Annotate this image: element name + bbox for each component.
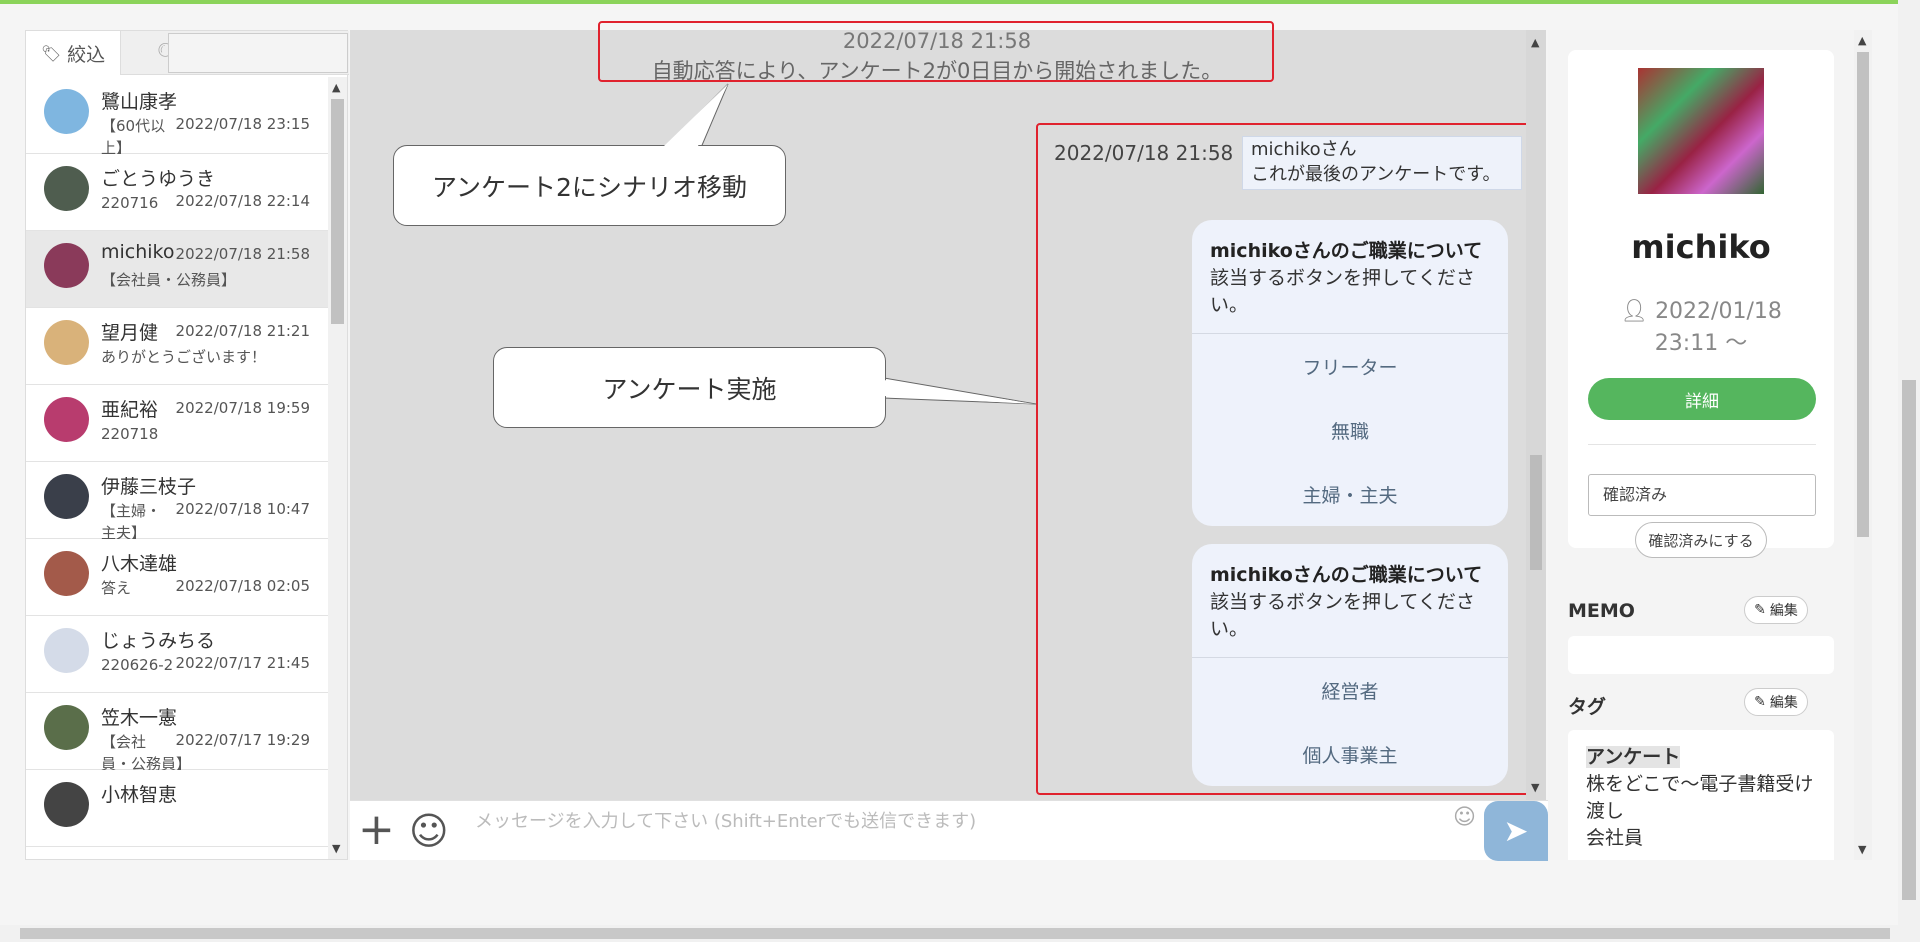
message-input-bar: + ☺ メッセージを入力して下さい (Shift+Enterでも送信できます) … — [350, 800, 1548, 861]
profile-photo — [1638, 68, 1764, 194]
scroll-down-arrow-icon[interactable]: ▼ — [1531, 781, 1539, 794]
plus-icon[interactable]: + — [358, 805, 395, 855]
callout-pointer-2-fill — [884, 380, 1034, 404]
scrollbar-thumb[interactable] — [1530, 455, 1542, 570]
edit-icon: ✎ — [1754, 602, 1766, 618]
profile-date-line1: 2022/01/18 — [1655, 299, 1782, 324]
profile-scrollbar[interactable]: ▲ ▼ — [1854, 30, 1872, 860]
paper-plane-icon: ➤ — [1503, 813, 1529, 849]
profile-card: michiko 👤︎ 2022/01/18 23:11 ～ 詳細 確認済み 確認… — [1568, 50, 1834, 558]
smiley-icon[interactable]: ☺ — [409, 809, 449, 853]
window-vertical-scrollbar[interactable] — [1898, 0, 1920, 925]
status-field[interactable]: 確認済み — [1588, 474, 1816, 516]
profile-name: michiko — [1631, 228, 1771, 266]
memo-edit-button[interactable]: ✎ 編集 — [1744, 596, 1808, 624]
profile-date: 👤︎ 2022/01/18 23:11 ～ — [1568, 296, 1834, 360]
detail-button[interactable]: 詳細 — [1588, 378, 1816, 420]
mark-confirmed-button[interactable]: 確認済みにする — [1635, 522, 1767, 558]
tag-box: アンケート 株をどこで～電子書籍受け渡し 会社員 — [1568, 730, 1834, 860]
memo-box — [1568, 636, 1834, 674]
tag-item[interactable]: 会社員 — [1586, 825, 1816, 852]
profile-date-line2: 23:11 ～ — [1654, 331, 1748, 356]
edit-icon: ✎ — [1754, 694, 1766, 710]
tag-edit-button[interactable]: ✎ 編集 — [1744, 688, 1808, 716]
scroll-down-arrow-icon[interactable]: ▼ — [1858, 843, 1866, 856]
callout-pointer-1-fill — [664, 84, 728, 146]
scrollbar-thumb[interactable] — [1902, 380, 1916, 900]
tag-item[interactable]: 株をどこで～電子書籍受け渡し — [1586, 771, 1816, 825]
send-button[interactable]: ➤ — [1484, 801, 1548, 861]
window-horizontal-scrollbar[interactable] — [0, 925, 1920, 942]
profile-panel: michiko 👤︎ 2022/01/18 23:11 ～ 詳細 確認済み 確認… — [1548, 30, 1872, 860]
edit-label: 編集 — [1769, 695, 1798, 711]
scroll-up-arrow-icon[interactable]: ▲ — [1531, 36, 1539, 49]
scroll-up-arrow-icon[interactable]: ▲ — [1858, 34, 1866, 47]
emoji-icon[interactable]: ☺ — [1453, 805, 1476, 830]
scrollbar-thumb[interactable] — [1857, 52, 1869, 537]
scrollbar-thumb[interactable] — [20, 928, 1890, 939]
chat-scrollbar[interactable]: ▲ ▼ — [1526, 30, 1546, 800]
memo-title: MEMO — [1568, 600, 1635, 622]
message-input[interactable]: メッセージを入力して下さい (Shift+Enterでも送信できます) — [475, 807, 976, 833]
divider — [1588, 444, 1816, 445]
tag-title: タグ — [1568, 696, 1607, 718]
edit-label: 編集 — [1769, 603, 1798, 619]
tag-item[interactable]: アンケート — [1586, 746, 1681, 768]
user-icon: 👤︎ — [1620, 299, 1649, 324]
